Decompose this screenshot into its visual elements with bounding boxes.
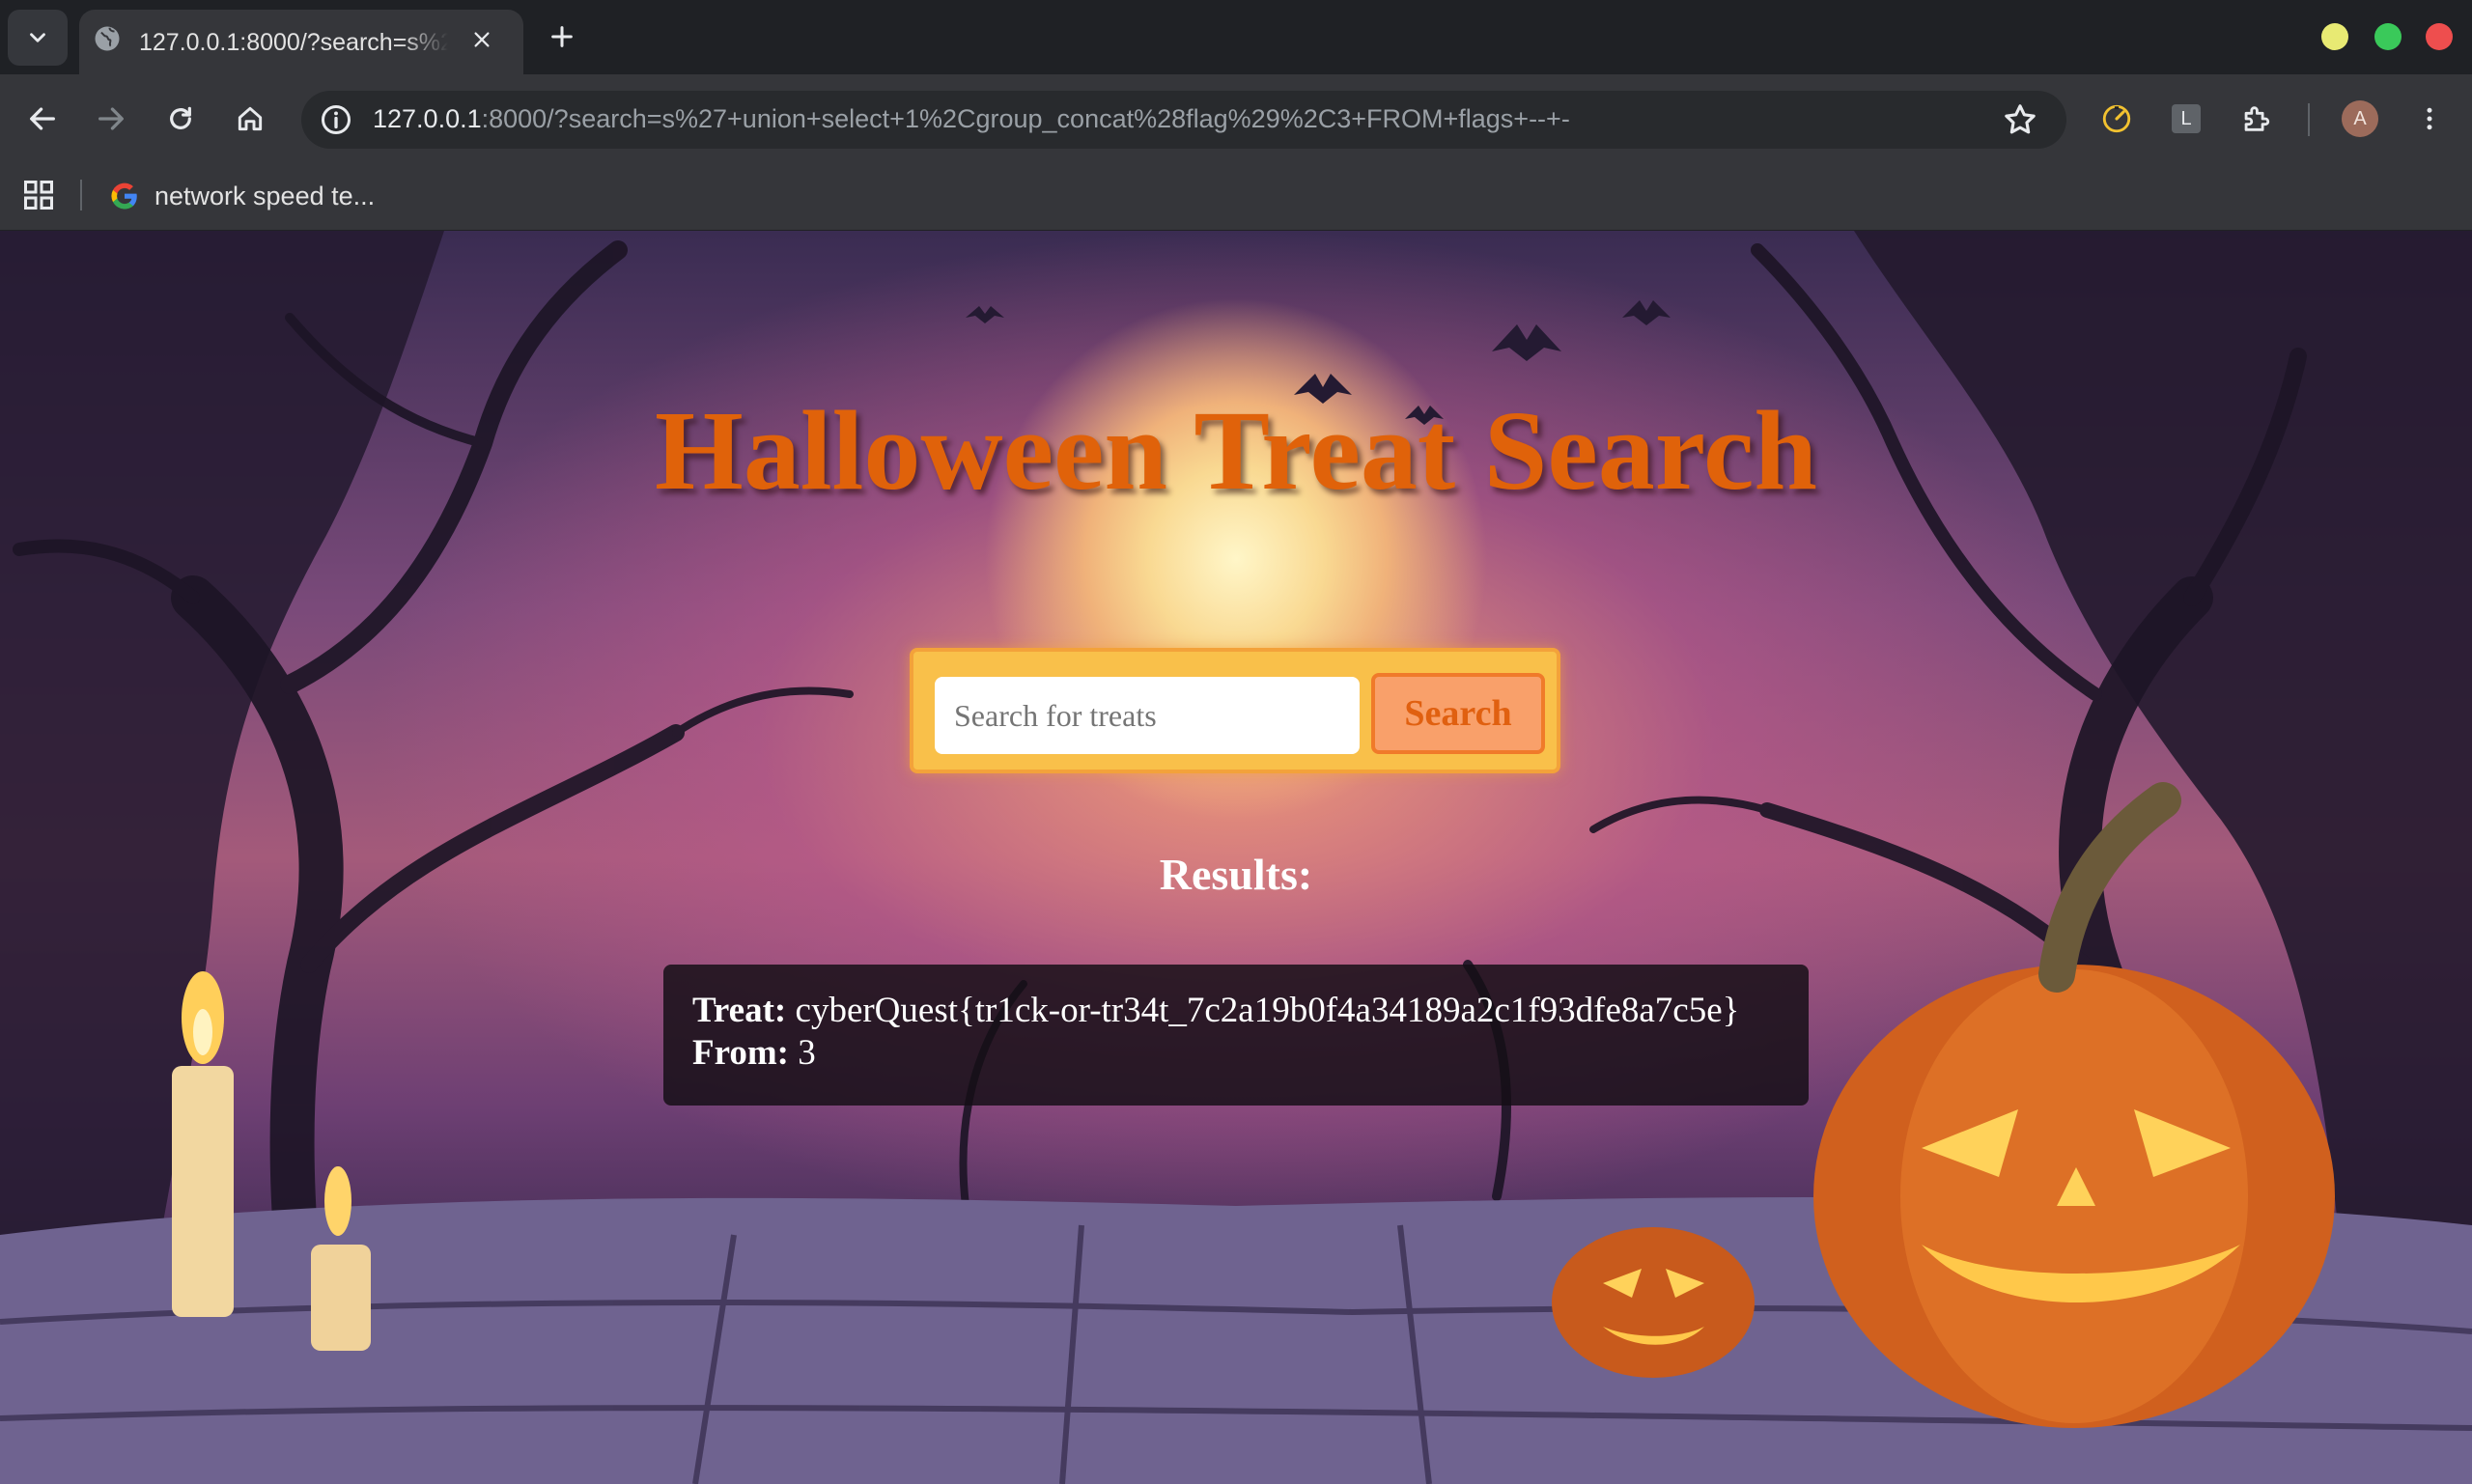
- tab-search-button[interactable]: [8, 10, 68, 66]
- menu-button[interactable]: [2404, 94, 2455, 144]
- home-icon: [238, 106, 263, 131]
- site-info-icon[interactable]: [319, 102, 353, 137]
- jack-o-lantern-small: [1552, 1227, 1755, 1378]
- back-button[interactable]: [17, 94, 68, 144]
- more-vertical-icon: [2427, 107, 2432, 130]
- avatar: A: [2342, 100, 2378, 137]
- candle-left: [172, 1066, 234, 1317]
- chevron-down-icon: [30, 33, 45, 42]
- from-value: 3: [798, 1033, 816, 1073]
- window-maximize-button[interactable]: [2374, 23, 2402, 50]
- globe-icon: [95, 26, 120, 51]
- treat-value: cyberQuest{tr1ck-or-tr34t_7c2a19b0f4a341…: [795, 991, 1740, 1030]
- url-host: 127.0.0.1: [373, 104, 482, 133]
- browser-toolbar: 127.0.0.1:8000/?search=s%27+union+select…: [0, 74, 2472, 164]
- close-tab-icon[interactable]: [465, 23, 498, 56]
- result-item: Treat: cyberQuest{tr1ck-or-tr34t_7c2a19b…: [663, 965, 1809, 1106]
- search-button[interactable]: Search: [1371, 673, 1545, 754]
- arrow-right-icon: [98, 107, 124, 130]
- page-viewport: Halloween Treat Search Search Results: T…: [0, 231, 2472, 1484]
- browser-tab[interactable]: 127.0.0.1:8000/?search=s%2: [79, 10, 523, 74]
- tab-strip: 127.0.0.1:8000/?search=s%2: [0, 0, 2472, 74]
- treat-label: Treat:: [692, 991, 787, 1030]
- extensions-button[interactable]: [2231, 94, 2281, 144]
- bookmark-star-icon[interactable]: [2001, 100, 2039, 139]
- tab-title: 127.0.0.1:8000/?search=s%2: [139, 29, 448, 56]
- plus-icon: [551, 26, 573, 47]
- puzzle-icon: [2244, 106, 2270, 131]
- profile-button[interactable]: A: [2335, 94, 2385, 144]
- bookmark-label: network speed te...: [154, 181, 376, 210]
- forward-button[interactable]: [86, 94, 136, 144]
- reload-icon: [170, 106, 191, 129]
- reload-button[interactable]: [155, 94, 206, 144]
- extension-speed-button[interactable]: [2092, 94, 2142, 144]
- url-path: :8000/?search=s%27+union+select+1%2Cgrou…: [481, 104, 1570, 133]
- extension-l-button[interactable]: L: [2161, 94, 2211, 144]
- apps-grid-icon[interactable]: [21, 178, 56, 212]
- speedometer-icon: [2102, 104, 2131, 133]
- results-heading: Results:: [1159, 850, 1313, 899]
- avatar-initial: A: [2353, 107, 2367, 129]
- new-tab-button[interactable]: [541, 15, 583, 58]
- extension-l-icon: L: [2172, 104, 2201, 133]
- result-from-line: From: 3: [692, 1032, 1780, 1075]
- search-form: Search: [910, 648, 1560, 773]
- page-title: Halloween Treat Search: [655, 387, 1817, 514]
- bookmarks-bar: network speed te...: [0, 164, 2472, 231]
- address-bar[interactable]: 127.0.0.1:8000/?search=s%27+union+select…: [301, 91, 2066, 149]
- bookmark-network-speed[interactable]: network speed te...: [108, 174, 375, 218]
- search-input[interactable]: [935, 677, 1360, 754]
- extension-l-letter: L: [2180, 107, 2192, 129]
- candle-right: [311, 1245, 371, 1351]
- result-treat-line: Treat: cyberQuest{tr1ck-or-tr34t_7c2a19b…: [692, 990, 1780, 1032]
- home-button[interactable]: [225, 94, 275, 144]
- window-minimize-button[interactable]: [2321, 23, 2348, 50]
- from-label: From:: [692, 1033, 789, 1073]
- bookmarks-separator: [80, 180, 82, 210]
- window-close-button[interactable]: [2426, 23, 2453, 50]
- google-g-icon: [111, 182, 137, 210]
- arrow-left-icon: [30, 107, 55, 130]
- toolbar-separator: [2308, 103, 2310, 136]
- url-text: 127.0.0.1:8000/?search=s%27+union+select…: [373, 104, 1570, 134]
